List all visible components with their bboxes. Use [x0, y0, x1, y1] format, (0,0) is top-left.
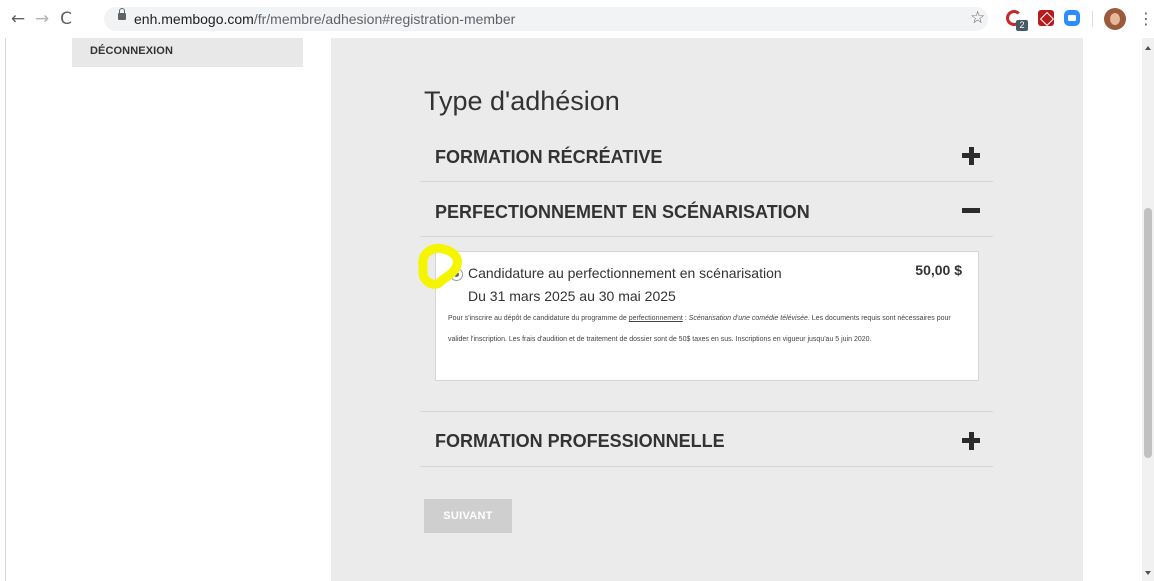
accordion-formation-professionnelle[interactable]: FORMATION PROFESSIONNELLE [420, 411, 993, 467]
plus-icon[interactable] [962, 432, 980, 450]
menu-kebab-icon[interactable]: ⋮ [1138, 9, 1154, 28]
option-description: Pour s'inscrire au dépôt de candidature … [448, 308, 968, 350]
accordion-label: FORMATION RÉCRÉATIVE [435, 147, 663, 167]
reload-icon[interactable]: C [56, 9, 76, 29]
desc-link[interactable]: perfectionnement [629, 315, 683, 322]
toolbar-separator [1092, 11, 1093, 27]
accordion-label: PERFECTIONNEMENT EN SCÉNARISATION [435, 202, 810, 222]
extension-badge: 2 [1016, 20, 1028, 31]
accordion-divider [420, 411, 993, 412]
url-host: enh.membogo.com [134, 11, 254, 27]
accordion-formation-recreative[interactable]: FORMATION RÉCRÉATIVE [420, 138, 993, 182]
scroll-down-arrow-icon[interactable] [1145, 571, 1151, 575]
scrollbar-thumb[interactable] [1144, 208, 1152, 458]
plus-icon[interactable] [962, 147, 980, 165]
accordion-label: FORMATION PROFESSIONNELLE [435, 431, 725, 451]
accordion-divider [420, 466, 993, 467]
page-left-border [5, 38, 6, 581]
scroll-up-arrow-icon[interactable] [1145, 46, 1151, 50]
profile-avatar[interactable] [1104, 8, 1126, 30]
back-arrow-icon[interactable]: ← [8, 9, 28, 29]
option-name: Candidature au perfectionnement en scéna… [468, 265, 782, 281]
logout-label: DÉCONNEXION [90, 45, 173, 57]
membership-option-card[interactable]: Candidature au perfectionnement en scéna… [435, 251, 979, 381]
lock-icon [118, 8, 126, 20]
minus-icon[interactable] [962, 208, 980, 213]
accordion-divider [420, 236, 993, 237]
accordion-perfectionnement[interactable]: PERFECTIONNEMENT EN SCÉNARISATION [420, 182, 993, 237]
next-button[interactable]: SUIVANT [424, 499, 512, 533]
logout-menu-item[interactable]: DÉCONNEXION [72, 38, 303, 67]
page-scrollbar[interactable] [1142, 38, 1154, 581]
option-dates: Du 31 mars 2025 au 30 mai 2025 [468, 288, 676, 304]
url-path: /fr/membre/adhesion#registration-member [253, 11, 516, 27]
desc-italic: Scénarisation d'une comédie télévisée [688, 315, 808, 322]
page-viewport: DÉCONNEXION Type d'adhésion FORMATION RÉ… [0, 38, 1154, 581]
browser-toolbar: ← → C enh.membogo.com/fr/membre/adhesion… [0, 0, 1154, 39]
option-price: 50,00 $ [915, 262, 962, 278]
highlight-annotation [418, 243, 462, 289]
pdf-extension-icon[interactable] [1038, 10, 1054, 26]
page-title: Type d'adhésion [424, 86, 620, 116]
url-text: enh.membogo.com/fr/membre/adhesion#regis… [134, 11, 515, 27]
bookmark-star-icon[interactable]: ☆ [970, 8, 985, 28]
forward-arrow-icon[interactable]: → [32, 9, 52, 29]
zoom-extension-icon[interactable] [1064, 10, 1080, 26]
address-bar[interactable]: enh.membogo.com/fr/membre/adhesion#regis… [104, 7, 988, 31]
desc-text-1: Pour s'inscrire au dépôt de candidature … [448, 315, 629, 322]
